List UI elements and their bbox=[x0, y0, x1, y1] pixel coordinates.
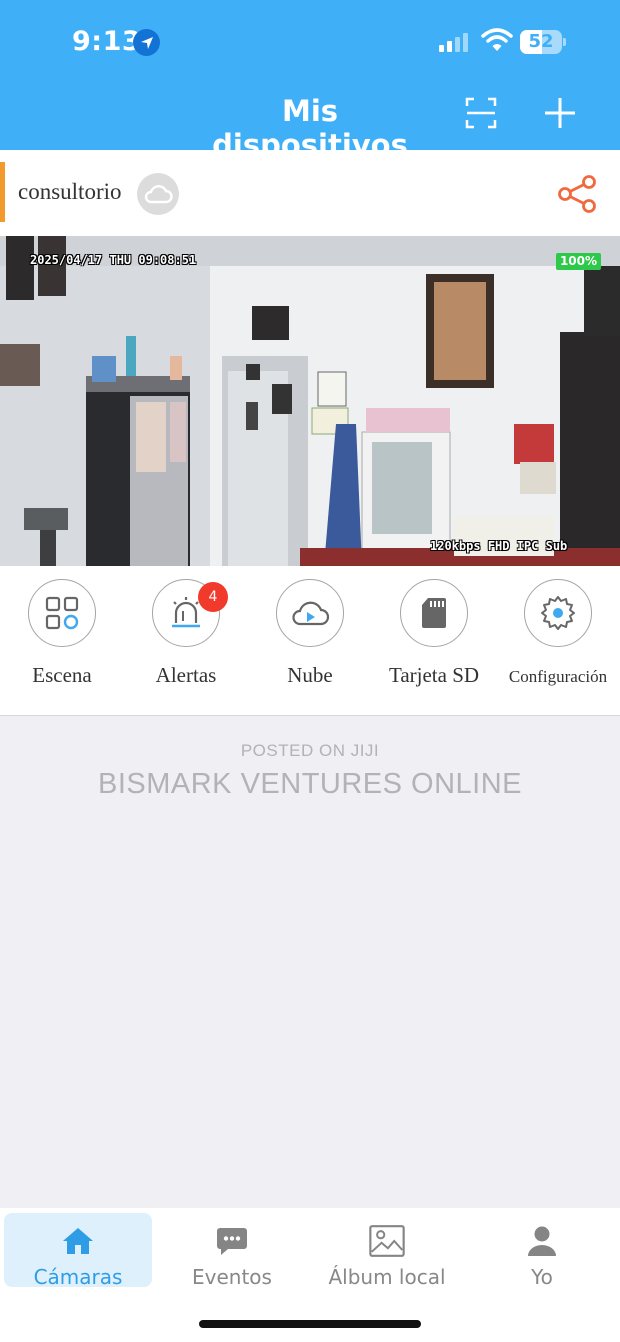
watermark-line-2: BISMARK VENTURES ONLINE bbox=[97, 768, 523, 800]
share-icon[interactable] bbox=[556, 174, 598, 214]
cloud-button[interactable]: Nube bbox=[248, 579, 372, 699]
feed-timestamp: 2025/04/17 THU 09:08:51 bbox=[30, 253, 197, 267]
nav-label-events: Eventos bbox=[192, 1265, 272, 1289]
nav-label-local-album: Álbum local bbox=[328, 1265, 446, 1289]
nav-item-local-album[interactable]: Álbum local bbox=[313, 1213, 461, 1289]
camera-feed[interactable]: 2025/04/17 THU 09:08:51 100% 120kbps FHD… bbox=[0, 236, 620, 566]
cellular-signal-icon bbox=[439, 33, 468, 52]
sd-card-button[interactable]: Tarjeta SD bbox=[372, 579, 496, 699]
person-icon bbox=[524, 1223, 560, 1259]
device-name[interactable]: consultorio bbox=[18, 179, 122, 205]
home-indicator bbox=[199, 1320, 421, 1328]
cloud-offline-icon[interactable] bbox=[137, 173, 179, 215]
settings-label: Configuración bbox=[508, 667, 608, 686]
nav-item-cameras[interactable]: Cámaras bbox=[4, 1213, 152, 1289]
scene-label: Escena bbox=[32, 663, 92, 687]
location-arrow-icon bbox=[133, 29, 160, 56]
top-bar: 9:13 52 Mis dispositivos bbox=[0, 0, 620, 162]
watermark-line-1: POSTED ON JIJI bbox=[240, 741, 380, 760]
alerts-count-badge: 4 bbox=[198, 582, 228, 612]
image-icon bbox=[369, 1223, 405, 1259]
cloud-label: Nube bbox=[287, 663, 333, 687]
sd-card-label: Tarjeta SD bbox=[388, 663, 480, 687]
scene-button[interactable]: Escena bbox=[0, 579, 124, 699]
action-row: Escena Alertas Nube Tarjeta SD Configura… bbox=[0, 566, 620, 716]
gear-icon bbox=[524, 579, 592, 647]
nav-item-events[interactable]: Eventos bbox=[158, 1213, 306, 1289]
nav-label-cameras: Cámaras bbox=[33, 1265, 123, 1289]
home-icon bbox=[60, 1223, 96, 1259]
scene-grid-icon bbox=[28, 579, 96, 647]
nav-label-me: Yo bbox=[531, 1265, 553, 1289]
sd-card-icon bbox=[400, 579, 468, 647]
cloud-play-icon bbox=[276, 579, 344, 647]
alerts-button[interactable]: Alertas bbox=[124, 579, 248, 699]
chat-bubble-icon bbox=[214, 1223, 250, 1259]
camera-scene-image bbox=[0, 236, 620, 566]
nav-item-me[interactable]: Yo bbox=[468, 1213, 616, 1289]
app-screen: 9:13 52 Mis dispositivos consultorio 202… bbox=[0, 0, 620, 1342]
accent-bar bbox=[0, 162, 5, 222]
status-time: 9:13 bbox=[72, 26, 142, 57]
camera-battery-indicator: 100% bbox=[556, 253, 601, 270]
settings-button[interactable]: Configuración bbox=[496, 579, 620, 699]
wifi-icon bbox=[481, 28, 513, 51]
plus-icon[interactable] bbox=[543, 96, 577, 130]
scan-icon[interactable] bbox=[465, 97, 497, 129]
battery-level: 52 bbox=[528, 31, 554, 52]
stream-info: 120kbps FHD IPC Sub bbox=[430, 539, 568, 553]
alerts-label: Alertas bbox=[155, 663, 217, 687]
device-header[interactable]: consultorio bbox=[0, 150, 620, 236]
battery-icon: 52 bbox=[520, 30, 567, 54]
